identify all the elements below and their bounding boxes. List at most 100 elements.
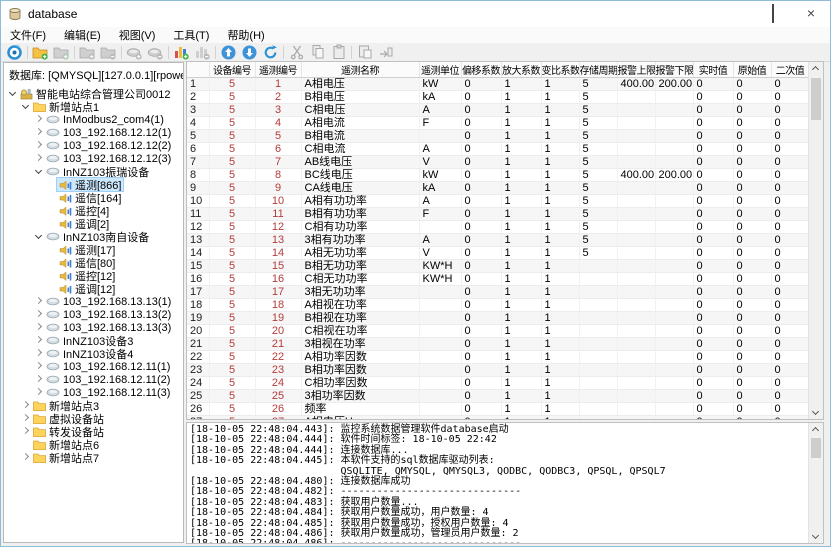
- cell[interactable]: 1: [541, 91, 579, 104]
- cell[interactable]: 0: [771, 130, 809, 143]
- cell[interactable]: 5: [209, 351, 255, 364]
- cell[interactable]: 4: [187, 117, 209, 130]
- tree-node[interactable]: 103_192.168.12.12(1): [4, 126, 183, 139]
- column-header[interactable]: 实时值: [693, 62, 733, 78]
- cell[interactable]: [655, 130, 693, 143]
- cell[interactable]: 0: [461, 117, 501, 130]
- cell[interactable]: [617, 156, 655, 169]
- cell[interactable]: 200.00: [655, 78, 693, 91]
- cell[interactable]: A相电流: [301, 117, 419, 130]
- cell[interactable]: 17: [255, 286, 301, 299]
- cell[interactable]: kA: [419, 182, 461, 195]
- minimize-button[interactable]: [716, 1, 754, 27]
- cell[interactable]: 0: [733, 338, 771, 351]
- cell[interactable]: 0: [733, 377, 771, 390]
- cell[interactable]: 5: [579, 104, 617, 117]
- cell[interactable]: [655, 260, 693, 273]
- cell[interactable]: 12: [255, 221, 301, 234]
- table-row[interactable]: 656C相电流A0115000: [187, 143, 809, 156]
- cell[interactable]: 1: [541, 299, 579, 312]
- cell[interactable]: [617, 273, 655, 286]
- expand-icon[interactable]: [21, 427, 30, 436]
- cell[interactable]: 5: [209, 208, 255, 221]
- cell[interactable]: 5: [209, 169, 255, 182]
- cell[interactable]: 0: [693, 403, 733, 416]
- cell[interactable]: 1: [501, 182, 541, 195]
- cell[interactable]: 1: [501, 351, 541, 364]
- cell[interactable]: 0: [771, 221, 809, 234]
- table-scrollbar-thumb[interactable]: [811, 78, 821, 120]
- cell[interactable]: [579, 325, 617, 338]
- cell[interactable]: B相电流: [301, 130, 419, 143]
- cell[interactable]: [617, 195, 655, 208]
- scroll-up-icon[interactable]: [809, 62, 823, 76]
- cell[interactable]: 1: [501, 377, 541, 390]
- cell[interactable]: [655, 312, 693, 325]
- cell[interactable]: 24: [255, 377, 301, 390]
- column-header[interactable]: [187, 62, 209, 78]
- cell[interactable]: 19: [187, 312, 209, 325]
- cell[interactable]: 1: [501, 312, 541, 325]
- cell[interactable]: 12: [187, 221, 209, 234]
- cell[interactable]: 9: [187, 182, 209, 195]
- cell[interactable]: 0: [771, 377, 809, 390]
- cell[interactable]: [579, 299, 617, 312]
- cell[interactable]: 0: [693, 104, 733, 117]
- expand-icon[interactable]: [34, 323, 43, 332]
- move-up-button[interactable]: [218, 44, 239, 61]
- cell[interactable]: 7: [187, 156, 209, 169]
- cell[interactable]: 18: [255, 299, 301, 312]
- cell[interactable]: 5: [209, 130, 255, 143]
- cell[interactable]: 5: [209, 338, 255, 351]
- cell[interactable]: F: [419, 117, 461, 130]
- tree-node[interactable]: 103_192.168.13.13(2): [4, 308, 183, 321]
- cell[interactable]: 5: [579, 143, 617, 156]
- cell[interactable]: C相电流: [301, 143, 419, 156]
- cell[interactable]: 0: [771, 325, 809, 338]
- cell[interactable]: A: [419, 195, 461, 208]
- cell[interactable]: 0: [461, 234, 501, 247]
- cell[interactable]: [419, 390, 461, 403]
- table-row[interactable]: 15515B相无功功率KW*H011000: [187, 260, 809, 273]
- cell[interactable]: 400.00: [617, 169, 655, 182]
- cell[interactable]: 1: [501, 117, 541, 130]
- cell[interactable]: 0: [461, 377, 501, 390]
- cell[interactable]: [617, 377, 655, 390]
- cell[interactable]: 0: [461, 156, 501, 169]
- cell[interactable]: 0: [461, 247, 501, 260]
- table-row[interactable]: 20520C相视在功率011000: [187, 325, 809, 338]
- cell[interactable]: 16: [255, 273, 301, 286]
- cell[interactable]: 0: [733, 143, 771, 156]
- cell[interactable]: 0: [461, 195, 501, 208]
- cell[interactable]: 5: [209, 182, 255, 195]
- cell[interactable]: 26: [187, 403, 209, 416]
- close-button[interactable]: ×: [792, 1, 830, 27]
- cell[interactable]: [617, 247, 655, 260]
- cell[interactable]: [655, 221, 693, 234]
- cell[interactable]: CA线电压: [301, 182, 419, 195]
- table-row[interactable]: 959CA线电压kA0115000: [187, 182, 809, 195]
- table-row[interactable]: 12512C相有功功率0115000: [187, 221, 809, 234]
- table-row[interactable]: 454A相电流F0115000: [187, 117, 809, 130]
- cell[interactable]: [617, 299, 655, 312]
- cell[interactable]: 1: [541, 260, 579, 273]
- cell[interactable]: [579, 351, 617, 364]
- cell[interactable]: 5: [209, 273, 255, 286]
- cell[interactable]: 1: [541, 351, 579, 364]
- cell[interactable]: 0: [733, 260, 771, 273]
- cell[interactable]: [617, 286, 655, 299]
- table-row[interactable]: 858BC线电压kW0115400.00200.00000: [187, 169, 809, 182]
- menu-item[interactable]: 帮助(H): [218, 26, 273, 44]
- cell[interactable]: 0: [771, 117, 809, 130]
- cell[interactable]: [419, 130, 461, 143]
- cell[interactable]: C相电压: [301, 104, 419, 117]
- cell[interactable]: 1: [501, 286, 541, 299]
- column-header[interactable]: 报警上限: [617, 62, 655, 78]
- table-row[interactable]: 757AB线电压V0115000: [187, 156, 809, 169]
- cell[interactable]: 1: [541, 312, 579, 325]
- cell[interactable]: [655, 143, 693, 156]
- cell[interactable]: 0: [733, 130, 771, 143]
- cell[interactable]: [655, 338, 693, 351]
- cell[interactable]: 0: [693, 377, 733, 390]
- cell[interactable]: 1: [501, 208, 541, 221]
